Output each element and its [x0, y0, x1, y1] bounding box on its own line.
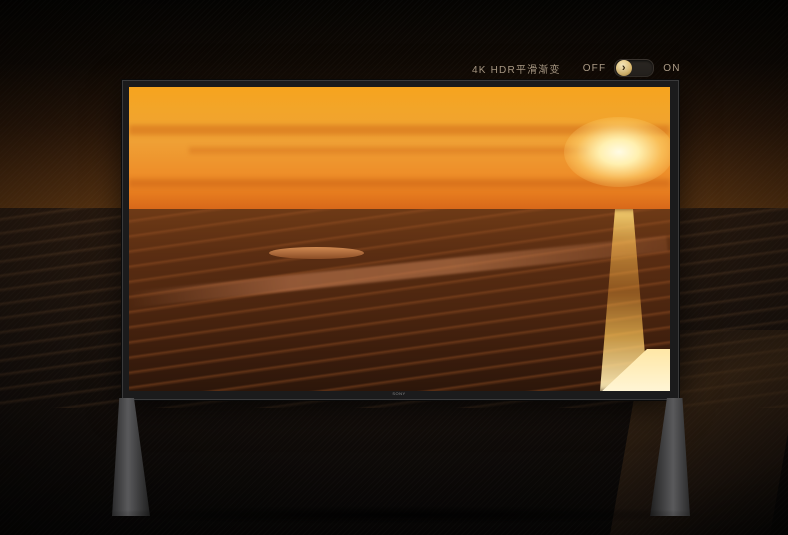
toggle-knob[interactable]: › — [616, 60, 633, 76]
toggle-off-label[interactable]: OFF — [583, 63, 607, 74]
tv-brand-logo: SONY — [392, 391, 406, 396]
hdr-toggle-switch[interactable]: › — [614, 59, 655, 77]
hdr-toggle-title: 4K HDR平滑渐变 — [472, 64, 561, 76]
tv-bezel: SONY — [122, 80, 679, 400]
screen-cloud — [189, 147, 589, 154]
screen-sun — [564, 117, 670, 187]
tv-floor-shadow — [80, 505, 720, 525]
screen-waves — [129, 209, 670, 391]
chevron-right-icon: › — [621, 62, 627, 74]
toggle-on-label[interactable]: ON — [663, 63, 680, 74]
hdr-toggle-control: 4K HDR平滑渐变 OFF › ON — [472, 57, 681, 79]
tv-screen — [129, 87, 670, 391]
screen-wave-crest — [269, 247, 364, 259]
